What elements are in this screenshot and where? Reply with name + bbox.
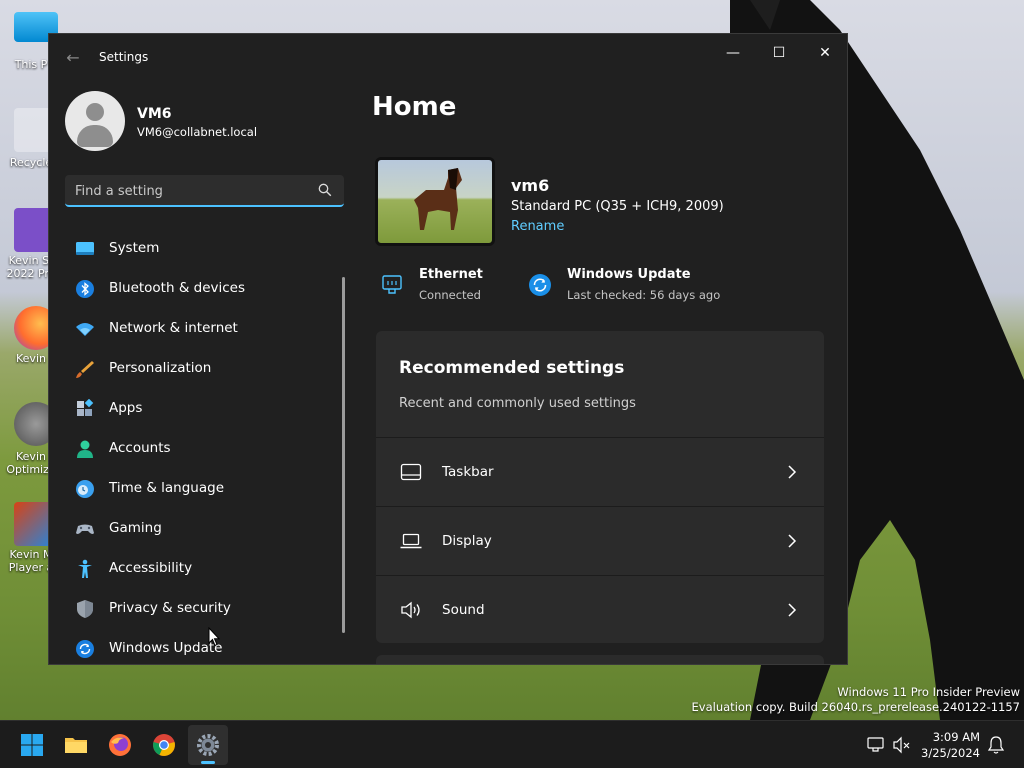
chevron-right-icon: [788, 603, 797, 617]
pc-model: Standard PC (Q35 + ICH9, 2009): [511, 199, 724, 214]
next-card-partial: [376, 655, 824, 664]
window-title: Settings: [99, 50, 149, 64]
shield-icon: [77, 600, 93, 618]
clock-time: 3:09 AM: [932, 730, 980, 744]
sidebar-item-apps[interactable]: Apps: [65, 391, 343, 427]
network-tray-icon[interactable]: [866, 735, 886, 755]
apps-icon: [77, 399, 94, 416]
sidebar-item-label: Network & internet: [109, 320, 238, 336]
sidebar-item-personalization[interactable]: Personalization: [65, 351, 343, 387]
brush-icon: [76, 361, 94, 378]
sidebar-item-label: Gaming: [109, 520, 162, 536]
recommended-subtitle: Recent and commonly used settings: [399, 396, 636, 411]
chrome-icon: [153, 734, 175, 756]
search-icon[interactable]: [318, 183, 332, 197]
ethernet-icon[interactable]: [380, 273, 404, 297]
clock-globe-icon: [76, 480, 94, 498]
sidebar-scrollbar[interactable]: [342, 277, 345, 633]
accounts-icon: [77, 440, 93, 458]
title-bar[interactable]: ← Settings — ☐ ✕: [49, 34, 847, 82]
sidebar-item-label: Bluetooth & devices: [109, 280, 246, 296]
clock-date: 3/25/2024: [921, 746, 980, 760]
chevron-right-icon: [788, 465, 797, 479]
sidebar-item-network[interactable]: Network & internet: [65, 311, 343, 347]
firefox-icon: [109, 734, 131, 756]
taskbar-firefox[interactable]: [100, 725, 140, 765]
page-title: Home: [372, 92, 457, 122]
back-arrow-icon[interactable]: ←: [63, 48, 83, 68]
maximize-button[interactable]: ☐: [757, 38, 801, 68]
recommended-row-taskbar[interactable]: Taskbar: [376, 437, 824, 505]
rename-link[interactable]: Rename: [511, 219, 564, 234]
sidebar-item-accounts[interactable]: Accounts: [65, 431, 343, 467]
folder-icon: [65, 738, 87, 753]
taskbar-file-explorer[interactable]: [56, 725, 96, 765]
sidebar-item-label: Accessibility: [109, 560, 193, 576]
taskbar-icon: [400, 463, 422, 481]
sidebar-item-privacy-security[interactable]: Privacy & security: [65, 591, 343, 627]
windows-logo-icon: [21, 734, 43, 756]
active-app-indicator: [201, 761, 215, 764]
update-icon: [76, 640, 94, 658]
pc-wallpaper-thumbnail[interactable]: [375, 157, 495, 246]
sidebar-item-label: Personalization: [109, 360, 212, 376]
system-icon: [76, 242, 94, 255]
sidebar-item-accessibility[interactable]: Accessibility: [65, 551, 343, 587]
close-button[interactable]: ✕: [803, 38, 847, 68]
sidebar-item-label: System: [109, 240, 160, 256]
speaker-icon: [401, 601, 420, 619]
wifi-icon: [76, 323, 94, 336]
taskbar: 3:09 AM 3/25/2024: [0, 720, 1024, 768]
windows-watermark: Windows 11 Pro Insider Preview Evaluatio…: [692, 685, 1020, 715]
sidebar-item-windows-update[interactable]: Windows Update: [65, 631, 343, 664]
ethernet-title: Ethernet: [419, 267, 483, 282]
accessibility-icon: [78, 559, 92, 578]
taskbar-settings[interactable]: [188, 725, 228, 765]
sidebar-item-gaming[interactable]: Gaming: [65, 511, 343, 547]
mouse-cursor-icon: [208, 627, 220, 647]
horse-thumbnail-image: [414, 168, 462, 230]
bluetooth-icon: [76, 280, 94, 298]
pc-name: vm6: [511, 176, 550, 195]
sidebar-item-time-language[interactable]: Time & language: [65, 471, 343, 507]
sidebar-item-label: Accounts: [109, 440, 171, 456]
notification-bell-icon[interactable]: [986, 735, 1006, 755]
recommended-row-display[interactable]: Display: [376, 506, 824, 574]
sidebar-item-label: Apps: [109, 400, 143, 416]
gear-icon: [197, 734, 219, 756]
recommended-row-label: Sound: [442, 602, 485, 618]
sidebar-item-label: Time & language: [109, 480, 225, 496]
taskbar-clock[interactable]: 3:09 AM 3/25/2024: [921, 729, 980, 761]
laptop-icon: [400, 533, 422, 549]
profile-name: VM6: [137, 106, 172, 122]
recommended-row-sound[interactable]: Sound: [376, 575, 824, 643]
sidebar-item-label: Windows Update: [109, 640, 223, 656]
search-input[interactable]: [75, 181, 305, 201]
sidebar-item-system[interactable]: System: [65, 231, 343, 267]
start-button[interactable]: [12, 725, 52, 765]
minimize-button[interactable]: —: [711, 38, 755, 68]
volume-muted-icon[interactable]: [892, 735, 912, 755]
recommended-title: Recommended settings: [399, 358, 625, 378]
windows-update-title: Windows Update: [567, 267, 691, 282]
watermark-line-1: Windows 11 Pro Insider Preview: [837, 685, 1020, 699]
windows-update-status-icon[interactable]: [528, 273, 552, 297]
windows-update-last-checked: Last checked: 56 days ago: [567, 288, 721, 302]
recommended-settings-card: Recommended settings Recent and commonly…: [376, 331, 824, 643]
taskbar-chrome[interactable]: [144, 725, 184, 765]
avatar[interactable]: [65, 91, 125, 151]
search-box[interactable]: [65, 175, 344, 207]
recommended-row-label: Display: [442, 533, 492, 549]
recommended-row-label: Taskbar: [442, 464, 494, 480]
avatar-body: [77, 125, 113, 147]
chevron-right-icon: [788, 534, 797, 548]
gamepad-icon: [76, 524, 94, 534]
settings-window: ← Settings — ☐ ✕ VM6 VM6@collabnet.local…: [48, 33, 848, 665]
watermark-line-2: Evaluation copy. Build 26040.rs_prerelea…: [691, 700, 1020, 714]
ethernet-status: Connected: [419, 288, 481, 302]
profile-email: VM6@collabnet.local: [137, 125, 258, 139]
avatar-head: [86, 103, 104, 121]
sidebar-item-bluetooth[interactable]: Bluetooth & devices: [65, 271, 343, 307]
sidebar-item-label: Privacy & security: [109, 600, 231, 616]
